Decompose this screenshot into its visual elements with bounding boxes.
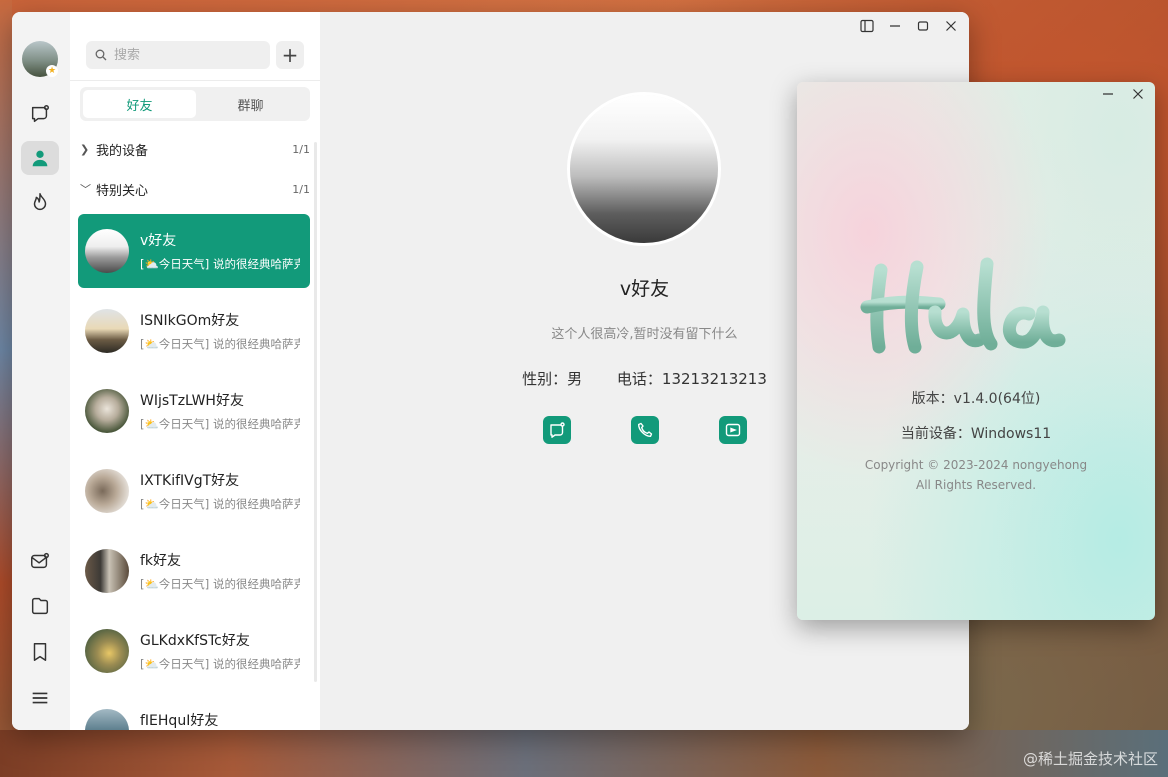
friend-message: [⛅今日天气] 说的很经典哈萨克 [140,257,300,271]
voice-call-button[interactable] [631,416,659,444]
group-my-devices[interactable]: ❯ 我的设备 1/1 [80,136,310,162]
friend-avatar [85,309,129,353]
friend-name: v好友 [140,233,177,249]
friend-avatar [85,629,129,673]
close-icon[interactable] [939,16,963,36]
list-scrollbar[interactable] [314,142,317,682]
hula-logo [860,257,1078,354]
group-count: 1/1 [292,182,310,196]
status-badge-icon: ★ [46,65,58,77]
tab-friends[interactable]: 好友 [83,90,196,118]
group-label: 特别关心 [96,183,149,199]
window-controls [855,16,963,36]
rights-text: All Rights Reserved. [915,478,1037,492]
bookmark-icon[interactable] [21,635,59,669]
friend-name: IXTKifIVgT好友 [140,473,240,489]
folder-icon[interactable] [21,589,59,623]
friend-name: fk好友 [140,553,182,569]
friend-message: [⛅今日天气] 说的很经典哈萨克 [140,417,300,431]
friend-message: [⛅今日天气] 说的很经典哈萨克 [140,577,300,591]
friend-avatar [85,549,129,593]
group-special-care[interactable]: ﹀ 特别关心 1/1 [80,176,310,202]
chevron-down-icon: ﹀ [80,183,91,196]
message-icon [550,422,565,438]
friend-message: [⛅今日天气] 说的很经典哈萨克 [140,657,300,671]
send-message-button[interactable] [543,416,571,444]
contact-list-panel: + 好友 群聊 ❯ 我的设备 1/1 ﹀ 特别关心 1/1 v好友 [⛅今日天气… [70,12,320,730]
add-button[interactable]: + [276,41,304,69]
friend-item[interactable]: v好友 [⛅今日天气] 说的很经典哈萨克 [78,214,310,288]
chevron-right-icon: ❯ [80,142,90,156]
friend-phone: 电话：13213213213 [616,370,767,388]
mail-icon[interactable] [21,544,59,578]
copyright-text: Copyright © 2023-2024 nongyehong [864,458,1088,472]
friend-name: fIEHquI好友 [140,713,219,729]
tab-bar: 好友 群聊 [80,87,310,121]
friend-message: [⛅今日天气] 说的很经典哈萨克 [140,337,300,351]
friend-item[interactable]: IXTKifIVgT好友 [⛅今日天气] 说的很经典哈萨克 [78,454,310,528]
tab-groups[interactable]: 群聊 [194,90,307,118]
wallpaper-bottom [0,730,1168,777]
friend-avatar [85,389,129,433]
friend-gender: 性别：男 [522,370,583,388]
friend-item[interactable]: GLKdxKfSTc好友 [⛅今日天气] 说的很经典哈萨克 [78,614,310,688]
sidebar-toggle-icon[interactable] [855,16,879,36]
friend-name: ISNIkGOm好友 [140,313,240,329]
maximize-icon[interactable] [911,16,935,36]
friend-item[interactable]: WIjsTzLWH好友 [⛅今日天气] 说的很经典哈萨克 [78,374,310,448]
about-dialog: 版本：v1.4.0(64位) 当前设备：Windows11 Copyright … [797,82,1155,620]
friend-name: WIjsTzLWH好友 [140,393,244,409]
friend-large-avatar [570,95,718,243]
menu-icon[interactable] [21,681,59,715]
close-icon[interactable] [1127,85,1149,103]
messages-icon[interactable] [21,97,59,131]
search-icon [95,49,107,61]
version-text: 版本：v1.4.0(64位) [911,391,1041,407]
phone-icon [637,422,653,438]
contacts-icon[interactable] [21,141,59,175]
friend-message: [⛅今日天气] 说的很经典哈萨克 [140,497,300,511]
watermark: @稀土掘金技术社区 [1022,750,1158,768]
divider [70,80,320,81]
video-call-button[interactable] [719,416,747,444]
search-input[interactable] [112,46,266,64]
device-text: 当前设备：Windows11 [900,426,1052,442]
friend-avatar [85,469,129,513]
video-icon [725,423,741,437]
wallpaper [0,0,12,777]
about-window-controls [1097,85,1149,103]
friend-avatar [85,709,129,730]
left-rail: ★ [12,12,70,730]
minimize-icon[interactable] [883,16,907,36]
flame-icon[interactable] [21,185,59,219]
friend-avatar [85,229,129,273]
group-label: 我的设备 [96,143,149,159]
group-count: 1/1 [292,142,310,156]
friend-name: GLKdxKfSTc好友 [140,633,250,649]
minimize-icon[interactable] [1097,85,1119,103]
friend-item[interactable]: fIEHquI好友 [78,694,310,730]
search-box[interactable] [86,41,270,69]
friend-item[interactable]: ISNIkGOm好友 [⛅今日天气] 说的很经典哈萨克 [78,294,310,368]
friend-item[interactable]: fk好友 [⛅今日天气] 说的很经典哈萨克 [78,534,310,608]
